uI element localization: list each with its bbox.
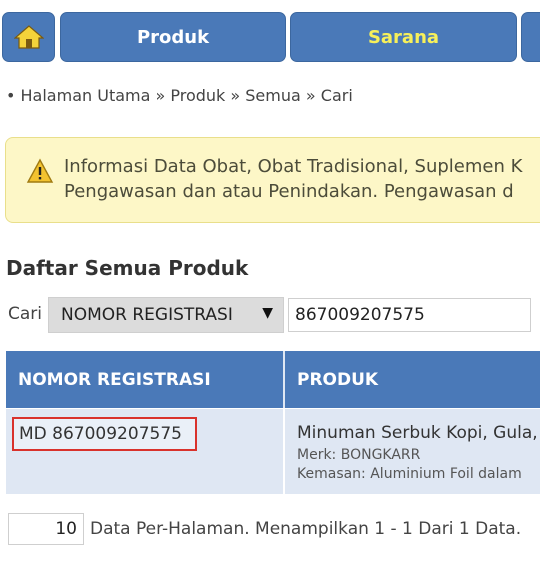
table-header: NOMOR REGISTRASI PRODUK	[6, 351, 540, 408]
tab-more[interactable]	[521, 12, 540, 62]
product-merk: Merk: BONGKARR	[297, 447, 421, 463]
product-kemasan: Kemasan: Aluminium Foil dalam	[297, 466, 522, 482]
tab-sarana[interactable]: Sarana	[290, 12, 517, 62]
search-label: Cari	[8, 304, 42, 324]
breadcrumb: • Halaman Utama » Produk » Semua » Cari	[6, 86, 353, 105]
column-divider	[283, 409, 285, 494]
tab-produk[interactable]: Produk	[60, 12, 286, 62]
warning-icon	[26, 158, 54, 183]
info-line-2: Pengawasan dan atau Penindakan. Pengawas…	[64, 181, 514, 202]
table-row[interactable]: MD 867009207575 Minuman Serbuk Kopi, Gul…	[6, 409, 540, 494]
column-header-registration[interactable]: NOMOR REGISTRASI	[18, 351, 211, 408]
search-field-value: NOMOR REGISTRASI	[61, 305, 233, 325]
dropdown-arrow-icon: ▼	[262, 305, 273, 321]
per-page-input[interactable]	[8, 513, 84, 545]
registration-number[interactable]: MD 867009207575	[12, 417, 197, 451]
search-field-select[interactable]: NOMOR REGISTRASI ▼	[48, 297, 284, 333]
main-nav: Produk Sarana	[0, 12, 540, 64]
search-input[interactable]	[288, 298, 531, 332]
info-banner: Informasi Data Obat, Obat Tradisional, S…	[5, 137, 540, 223]
pagination-summary: Data Per-Halaman. Menampilkan 1 - 1 Dari…	[90, 519, 522, 539]
home-icon	[13, 25, 44, 49]
info-line-1: Informasi Data Obat, Obat Tradisional, S…	[64, 156, 523, 177]
product-name[interactable]: Minuman Serbuk Kopi, Gula,	[297, 423, 538, 443]
home-button[interactable]	[2, 12, 55, 62]
info-text: Informasi Data Obat, Obat Tradisional, S…	[64, 154, 522, 204]
column-header-product[interactable]: PRODUK	[297, 351, 378, 408]
page-title: Daftar Semua Produk	[6, 256, 249, 280]
column-divider	[283, 351, 285, 408]
